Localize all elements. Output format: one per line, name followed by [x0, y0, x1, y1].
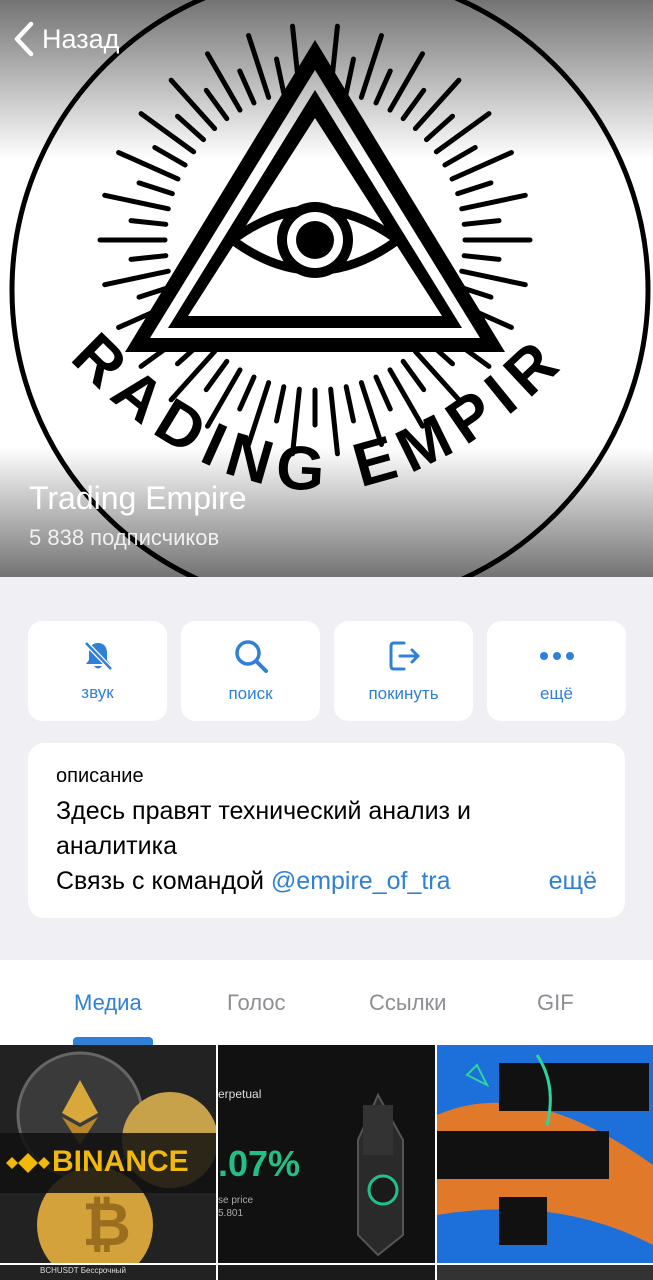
media-thumb[interactable]: ₿ BINANCE	[0, 1045, 216, 1263]
search-button[interactable]: поиск	[181, 621, 320, 721]
binance-text: BINANCE	[52, 1145, 189, 1178]
mute-label: звук	[81, 683, 114, 702]
leave-icon	[389, 641, 419, 671]
tab-gif[interactable]: GIF	[537, 990, 574, 1016]
media-thumb[interactable]: BCHUSDT Бессрочный	[0, 1265, 216, 1280]
mention-link[interactable]: @empire_of_tra	[271, 867, 451, 895]
description-text: Здесь правят технический анализ и аналит…	[56, 797, 471, 860]
description-more-link[interactable]: ещё	[518, 864, 597, 899]
abstract-art-image	[437, 1045, 653, 1263]
active-tab-indicator	[73, 1037, 153, 1045]
channel-title: Trading Empire	[29, 480, 247, 516]
chevron-left-icon	[14, 21, 34, 57]
action-bar: звук поиск покинуть ещё	[28, 621, 626, 721]
thumb2-caption: se price	[218, 1195, 254, 1206]
svg-text:₿: ₿	[82, 1191, 131, 1258]
thumb2-percent: .07%	[218, 1143, 301, 1184]
description-label: описание	[56, 765, 144, 787]
back-button[interactable]: Назад	[12, 20, 119, 58]
back-label: Назад	[42, 23, 120, 54]
tab-voice[interactable]: Голос	[227, 990, 286, 1016]
search-icon	[234, 640, 268, 673]
description-card: описание Здесь правят технический анализ…	[28, 743, 625, 918]
media-tabs: Медиа Голос Ссылки GIF	[0, 960, 653, 1045]
tab-media[interactable]: Медиа	[74, 990, 142, 1016]
leave-label: покинуть	[368, 684, 439, 703]
channel-header: TRADING EMPIRE Назад Trading Empire 5 83…	[0, 0, 653, 577]
bell-slash-icon	[83, 641, 113, 671]
thumb4-caption: BCHUSDT Бессрочный	[40, 1266, 126, 1275]
more-button[interactable]: ещё	[487, 621, 626, 721]
thumb2-value: 5.801	[218, 1208, 244, 1219]
media-thumb[interactable]	[218, 1265, 435, 1280]
thumb2-title: erpetual	[218, 1087, 262, 1101]
subscriber-count: 5 838 подписчиков	[29, 525, 220, 550]
contact-prefix: Связь с командой	[56, 867, 271, 895]
media-thumb[interactable]	[437, 1265, 653, 1280]
more-label: ещё	[540, 684, 573, 703]
search-label: поиск	[228, 684, 273, 703]
tab-links[interactable]: Ссылки	[369, 990, 446, 1016]
media-thumb[interactable]	[437, 1045, 653, 1263]
leave-button[interactable]: покинуть	[334, 621, 473, 721]
media-grid: ₿ BINANCE erpetual .07% se price 5.801 B…	[0, 1045, 653, 1280]
mute-button[interactable]: звук	[28, 621, 167, 721]
more-dots-icon	[539, 652, 574, 660]
media-thumb[interactable]: erpetual .07% se price 5.801	[218, 1045, 435, 1263]
description-contact: Связь с командой @empire_of_tra ещё	[56, 864, 597, 899]
